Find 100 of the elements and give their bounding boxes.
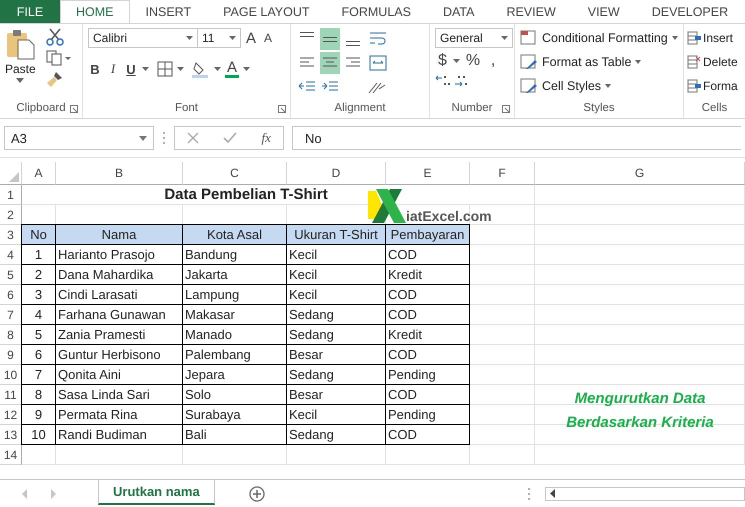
fill-color-icon[interactable] [192, 60, 210, 78]
caret-icon[interactable] [142, 67, 149, 71]
horizontal-scrollbar[interactable] [545, 486, 745, 500]
currency-button[interactable]: $ [435, 52, 450, 70]
align-lines-icon [345, 41, 361, 46]
wrap-text-icon[interactable] [369, 31, 387, 47]
number-format-field[interactable]: General [435, 28, 513, 48]
column-header[interactable]: D [287, 162, 386, 185]
group-label: Alignment [334, 102, 386, 114]
file-tab[interactable]: FILE [0, 0, 60, 24]
cells-button[interactable]: Forma [687, 76, 745, 96]
underline-button[interactable]: U [124, 62, 138, 76]
align-lines-icon [322, 36, 338, 42]
comma-style-button[interactable]: , [486, 52, 500, 70]
table-brush-icon [520, 54, 538, 70]
increase-decimal-icon[interactable] [435, 74, 451, 88]
borders-icon[interactable] [157, 61, 173, 77]
column-header[interactable]: G [535, 162, 745, 185]
table-header-cell: No [21, 224, 56, 245]
table-cell: COD [385, 345, 470, 365]
italic-button[interactable]: I [106, 61, 120, 77]
table-cell: 2 [21, 265, 56, 285]
enter-check-icon[interactable] [223, 132, 238, 144]
caret-icon[interactable] [177, 67, 184, 71]
column-header[interactable]: E [386, 162, 470, 185]
ribbon-tab[interactable]: HOME [60, 0, 130, 24]
styles-button[interactable]: Cell Styles [520, 76, 678, 96]
caret-icon[interactable] [214, 67, 221, 71]
table-header-cell: Kota Asal [182, 224, 287, 245]
styles-button[interactable]: Conditional Formatting [520, 28, 678, 48]
table-cells-icon [687, 79, 701, 93]
table-cell: COD [385, 425, 470, 445]
ribbon-tab[interactable]: INSERT [130, 0, 208, 24]
name-box[interactable]: A3 [4, 126, 154, 150]
decrease-decimal-icon[interactable] [454, 74, 470, 88]
group-label: Font [174, 102, 198, 114]
font-color-button[interactable]: A [225, 60, 239, 78]
table-header-cell: Pembayaran [385, 224, 470, 245]
caret-icon [635, 60, 642, 64]
merge-center-icon[interactable] [369, 55, 387, 71]
dialog-launcher-icon[interactable] [70, 105, 78, 113]
note-text: Mengurutkan Data [574, 390, 706, 407]
cells-button[interactable]: Delete [687, 52, 745, 72]
note-text: Berdasarkan Kriteria [566, 414, 714, 431]
table-cell: Kredit [385, 325, 470, 345]
paste-button[interactable]: Paste [5, 28, 36, 98]
more-icon [527, 486, 531, 500]
caret-icon[interactable] [243, 67, 250, 71]
dialog-launcher-icon[interactable] [278, 105, 286, 113]
table-cell: 8 [21, 385, 56, 405]
column-header[interactable]: A [22, 162, 56, 185]
add-sheet-icon[interactable] [248, 486, 265, 502]
table-cell: 10 [21, 425, 56, 445]
styles-button[interactable]: Format as Table [520, 52, 678, 72]
table-cell: COD [385, 305, 470, 325]
table-header-cell: Ukuran T-Shirt [286, 224, 386, 245]
sheet-tab[interactable]: Urutkan nama [98, 480, 215, 505]
caret-icon [501, 36, 508, 40]
formula-field[interactable]: No [292, 126, 741, 150]
grow-font-button[interactable]: A [244, 30, 258, 46]
table-cells-icon [687, 31, 701, 45]
table-cell: 3 [21, 285, 56, 305]
shrink-font-button[interactable]: A [261, 31, 275, 45]
ribbon-tab[interactable]: FORMULAS [326, 0, 427, 24]
scroll-left-icon[interactable] [550, 489, 556, 498]
caret-icon[interactable] [452, 59, 460, 63]
table-cell: 5 [21, 325, 56, 345]
bold-button[interactable]: B [88, 62, 102, 76]
row-header[interactable]: 2 [0, 205, 22, 225]
table-brush-icon [520, 78, 538, 94]
copy-icon[interactable] [46, 50, 72, 66]
ribbon-tab[interactable]: DATA [426, 0, 490, 24]
percent-button[interactable]: % [462, 52, 484, 70]
insert-function-button[interactable]: fx [262, 130, 271, 146]
ribbon-tab[interactable]: VIEW [572, 0, 636, 24]
format-painter-icon[interactable] [46, 70, 64, 88]
horizontal-align-button[interactable] [320, 52, 340, 74]
column-header[interactable]: C [183, 162, 287, 185]
clipboard-icon [5, 28, 36, 60]
ribbon-tab[interactable]: DEVELOPER [636, 0, 744, 24]
font-size-field[interactable]: 11 [197, 28, 241, 48]
caret-icon [672, 36, 678, 40]
scissors-icon[interactable] [46, 28, 64, 46]
font-name-field[interactable]: Calibri [88, 28, 198, 48]
dialog-launcher-icon[interactable] [502, 105, 510, 113]
ribbon-tab[interactable]: REVIEW [490, 0, 572, 24]
table-cell: 9 [21, 405, 56, 425]
group-label: Clipboard [16, 102, 66, 114]
group-label: Number [452, 102, 492, 114]
caret-icon [16, 78, 24, 83]
cells-button[interactable]: Insert [687, 28, 745, 48]
column-header[interactable]: F [470, 162, 535, 185]
row-header[interactable]: 14 [0, 445, 22, 465]
ribbon-tab[interactable]: PAGE LAYOUT [207, 0, 326, 24]
column-header[interactable]: B [56, 162, 183, 185]
table-chart-icon [520, 30, 538, 46]
table-cell: 1 [21, 245, 56, 265]
row-header[interactable]: 1 [0, 185, 22, 205]
vertical-align-button[interactable] [320, 28, 340, 50]
table-cell: COD [385, 245, 470, 265]
